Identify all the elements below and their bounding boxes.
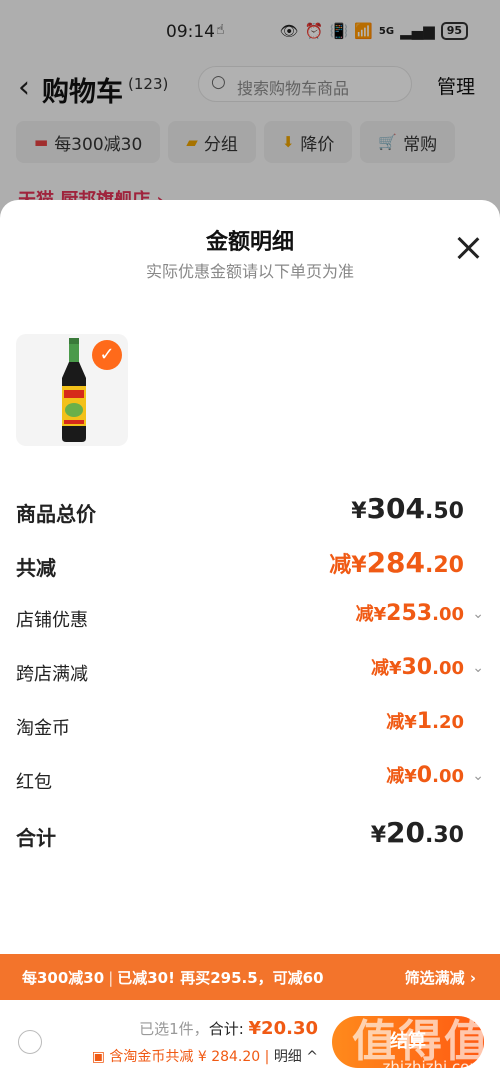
total-discount-value: 减¥284.20 xyxy=(329,546,464,579)
check-icon[interactable]: ✓ xyxy=(92,340,122,370)
watermark-url: zhizhizhi.com xyxy=(382,1058,484,1076)
soy-sauce-bottle-image xyxy=(62,338,86,442)
promo-bar: 每300减30 | 已减30! 再买295.5，可减60 筛选满减 › xyxy=(0,954,500,1000)
select-all-radio[interactable] xyxy=(18,1030,42,1054)
detail-toggle[interactable]: 明细 ^ xyxy=(274,1049,318,1065)
filter-discount-link[interactable]: 筛选满减 › xyxy=(405,967,476,988)
coin-discount-info[interactable]: ▣ 含淘金币共减 ¥ 284.20 | 明细 ^ xyxy=(92,1046,318,1066)
coin-icon: ▣ xyxy=(91,1049,105,1065)
product-thumbnail[interactable]: ✓ xyxy=(16,334,128,446)
selection-summary: 已选1件，合计: ¥20.30 xyxy=(139,1018,318,1039)
chevron-down-icon[interactable]: ⌄ xyxy=(472,768,484,784)
total-price-value: ¥304.50 xyxy=(351,492,464,525)
row-red-packet[interactable]: 红包 减¥0.00 ⌄ xyxy=(16,760,484,800)
row-grand-total: 合计 ¥20.30 xyxy=(16,816,464,850)
red-packet-value: 减¥0.00 xyxy=(386,763,464,788)
sheet-title: 金额明细 xyxy=(205,230,294,255)
row-store-discount[interactable]: 店铺优惠 减¥253.00 ⌄ xyxy=(16,598,484,638)
grand-total-value: ¥20.30 xyxy=(370,816,464,849)
close-icon[interactable] xyxy=(456,236,480,260)
checkout-total: ¥20.30 xyxy=(248,1018,318,1039)
row-total-price: 商品总价 ¥304.50 xyxy=(16,492,464,526)
sheet-subtitle: 实际优惠金额请以下单页为准 xyxy=(145,262,354,281)
promo-text: 每300减30 | 已减30! 再买295.5，可减60 xyxy=(22,969,324,987)
row-total-discount: 共减 减¥284.20 xyxy=(16,546,464,580)
row-cross-store-discount[interactable]: 跨店满减 减¥30.00 ⌄ xyxy=(16,652,484,692)
taobao-coins-value: 减¥1.20 xyxy=(386,709,464,734)
chevron-down-icon[interactable]: ⌄ xyxy=(472,606,484,622)
store-discount-value: 减¥253.00 xyxy=(355,601,464,626)
row-taobao-coins: 淘金币 减¥1.20 xyxy=(16,709,464,739)
amount-detail-sheet: 金额明细 实际优惠金额请以下单页为准 ✓ 商品总价 ¥304.50 共减 减¥2… xyxy=(0,200,500,1085)
cross-store-discount-value: 减¥30.00 xyxy=(370,655,464,680)
chevron-down-icon[interactable]: ⌄ xyxy=(472,660,484,676)
